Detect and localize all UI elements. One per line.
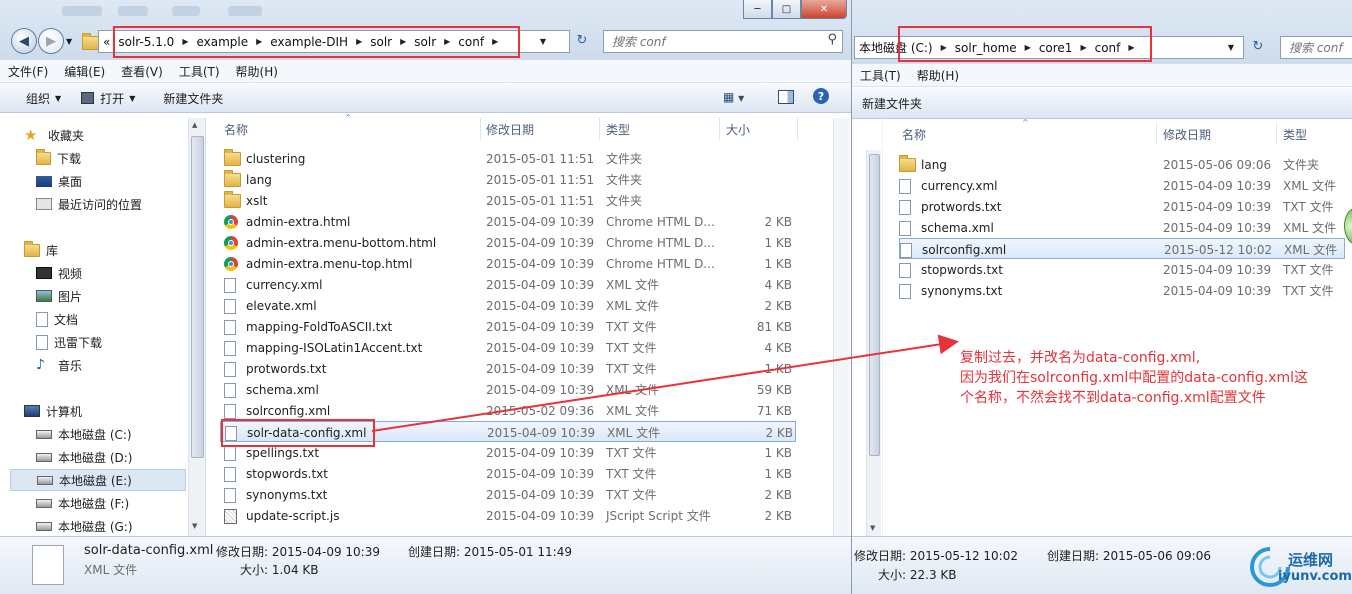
annotation-line: 个名称，不然会找不到data-config.xml配置文件 [960, 390, 1266, 406]
annotation-arrow [371, 334, 959, 432]
watermark-en: iyunv.com [1278, 569, 1352, 584]
annotation-line: 复制过去，并改名为data-config.xml, [960, 350, 1201, 366]
annotation-line: 因为我们在solrconfig.xml中配置的data-config.xml这 [960, 370, 1308, 386]
watermark-logo: 运维网 iyunv.com [1248, 545, 1352, 591]
annotation-note: 复制过去，并改名为data-config.xml, 因为我们在solrconfi… [960, 348, 1345, 408]
watermark-cn: 运维网 [1288, 551, 1334, 569]
